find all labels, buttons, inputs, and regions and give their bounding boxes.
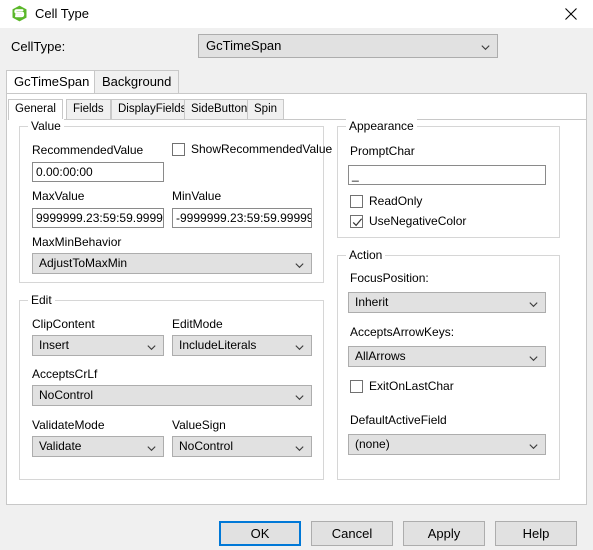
edit-group: Edit ClipContent EditMode Insert Include… (19, 293, 324, 480)
defaultactivefield-dropdown[interactable]: (none) (348, 434, 546, 455)
chevron-down-icon (529, 440, 538, 449)
exitonlastchar-label: ExitOnLastChar (369, 379, 454, 393)
valuesign-dropdown[interactable]: NoControl (172, 436, 312, 457)
chevron-down-icon (481, 41, 490, 51)
celltype-dropdown[interactable]: GcTimeSpan (198, 34, 498, 58)
apply-button[interactable]: Apply (403, 521, 485, 546)
focusposition-label: FocusPosition: (350, 271, 429, 285)
value-group-label: Value (28, 119, 64, 133)
validatemode-label: ValidateMode (32, 418, 105, 432)
ok-button[interactable]: OK (219, 521, 301, 546)
promptchar-value: _ (352, 168, 359, 182)
action-group: Action FocusPosition: Inherit AcceptsArr… (337, 248, 560, 480)
minvalue-value: -9999999.23:59:59.999999 (176, 211, 312, 225)
clipcontent-value: Insert (39, 338, 70, 352)
minvalue-label: MinValue (172, 189, 222, 203)
title-bar: Cell Type (0, 0, 593, 28)
tab-sidebutton[interactable]: SideButton (184, 99, 255, 119)
tab-fields[interactable]: Fields (66, 99, 111, 119)
chevron-down-icon (295, 391, 304, 400)
recommendedvalue-input[interactable]: 0.00:00:00 (32, 162, 164, 182)
valuesign-label: ValueSign (172, 418, 226, 432)
clipcontent-label: ClipContent (32, 317, 95, 331)
chevron-down-icon (147, 341, 156, 350)
acceptscrlf-dropdown[interactable]: NoControl (32, 385, 312, 406)
valuesign-value: NoControl (179, 439, 234, 453)
cancel-button[interactable]: Cancel (311, 521, 393, 546)
tab-displayfields[interactable]: DisplayFields (111, 99, 194, 119)
promptchar-label: PromptChar (350, 144, 415, 158)
maxminbehavior-label: MaxMinBehavior (32, 235, 122, 249)
help-button[interactable]: Help (495, 521, 577, 546)
focusposition-dropdown[interactable]: Inherit (348, 292, 546, 313)
inner-tab-strip: General Fields DisplayFields SideButton … (8, 99, 586, 120)
acceptsarrowkeys-label: AcceptsArrowKeys: (350, 325, 455, 339)
acceptsarrowkeys-value: AllArrows (355, 349, 406, 363)
defaultactivefield-label: DefaultActiveField (350, 413, 447, 427)
celltype-dropdown-value: GcTimeSpan (206, 38, 282, 53)
acceptscrlf-value: NoControl (39, 388, 94, 402)
maxvalue-value: 9999999.23:59:59.999999 (36, 211, 164, 225)
checkbox-box (172, 143, 185, 156)
checkbox-box (350, 215, 363, 228)
minvalue-input[interactable]: -9999999.23:59:59.999999 (172, 208, 312, 228)
maxminbehavior-value: AdjustToMaxMin (39, 256, 128, 270)
validatemode-value: Validate (39, 439, 82, 453)
tab-gctimespan[interactable]: GcTimeSpan (6, 70, 98, 94)
focusposition-value: Inherit (355, 295, 389, 309)
chevron-down-icon (529, 352, 538, 361)
readonly-label: ReadOnly (369, 194, 423, 208)
editmode-value: IncludeLiterals (179, 338, 257, 352)
validatemode-dropdown[interactable]: Validate (32, 436, 164, 457)
recommendedvalue-label: RecommendedValue (32, 143, 144, 157)
value-group: Value RecommendedValue ShowRecommendedVa… (19, 119, 332, 283)
celltype-label: CellType: (11, 39, 66, 54)
chevron-down-icon (295, 341, 304, 350)
outer-tab-strip: GcTimeSpan Background (6, 70, 587, 94)
usenegativecolor-label: UseNegativeColor (369, 214, 467, 228)
chevron-down-icon (529, 298, 538, 307)
maxvalue-label: MaxValue (32, 189, 85, 203)
chevron-down-icon (147, 442, 156, 451)
tab-general[interactable]: General (8, 99, 63, 120)
maxminbehavior-dropdown[interactable]: AdjustToMaxMin (32, 253, 312, 274)
defaultactivefield-value: (none) (355, 437, 390, 451)
appearance-group: Appearance PromptChar _ ReadOnly UseNega… (337, 119, 560, 238)
recommendedvalue-value: 0.00:00:00 (36, 165, 93, 179)
editmode-dropdown[interactable]: IncludeLiterals (172, 335, 312, 356)
checkmark-icon (352, 218, 363, 227)
checkbox-box (350, 195, 363, 208)
tab-background[interactable]: Background (94, 70, 180, 94)
tab-spin[interactable]: Spin (247, 99, 285, 119)
maxvalue-input[interactable]: 9999999.23:59:59.999999 (32, 208, 164, 228)
window-title: Cell Type (35, 6, 89, 21)
action-group-label: Action (346, 248, 386, 262)
acceptsarrowkeys-dropdown[interactable]: AllArrows (348, 346, 546, 367)
tab-content-panel: General Fields DisplayFields SideButton … (6, 93, 587, 505)
close-icon[interactable] (548, 0, 593, 28)
chevron-down-icon (295, 442, 304, 451)
editmode-label: EditMode (172, 317, 223, 331)
app-hexagon-icon (11, 5, 28, 22)
acceptscrlf-label: AcceptsCrLf (32, 367, 98, 381)
promptchar-input[interactable]: _ (348, 165, 546, 185)
chevron-down-icon (295, 259, 304, 268)
appearance-group-label: Appearance (346, 119, 417, 133)
clipcontent-dropdown[interactable]: Insert (32, 335, 164, 356)
checkbox-box (350, 380, 363, 393)
edit-group-label: Edit (28, 293, 55, 307)
showrecommendedvalue-label: ShowRecommendedValue (191, 142, 333, 156)
